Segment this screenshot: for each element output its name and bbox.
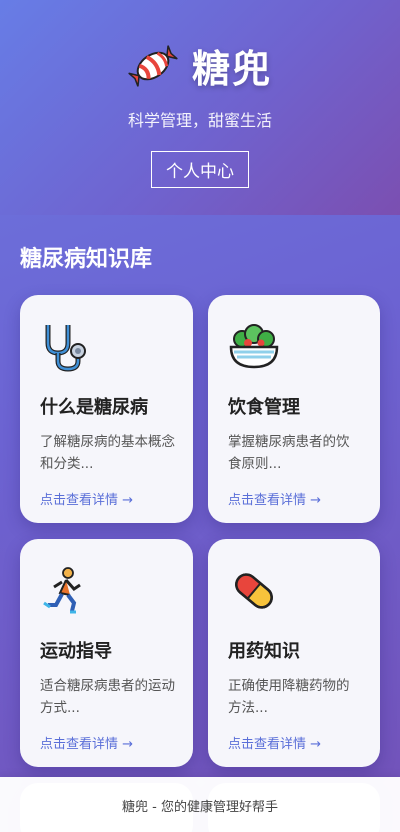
- section-title: 糖尿病知识库: [20, 247, 153, 272]
- card-title: 什么是糖尿病: [40, 397, 148, 418]
- card-title: 运动指导: [40, 641, 112, 662]
- card-detail-link[interactable]: 点击查看详情 →: [228, 733, 362, 752]
- card-detail-link[interactable]: 点击查看详情 →: [40, 489, 175, 508]
- app-title: 糖兜: [191, 47, 272, 91]
- pill-icon: [235, 573, 273, 609]
- card-medication-knowledge[interactable]: 用药知识 正确使用降糖药物的方法... 点击查看详情 →: [208, 539, 380, 767]
- brand: 糖兜: [0, 38, 400, 93]
- footer-text: 糖兜 - 您的健康管理好帮手: [122, 800, 278, 815]
- card-description: 掌握糖尿病患者的饮食原则...: [228, 434, 350, 472]
- stethoscope-icon: [45, 325, 86, 372]
- salad-icon: [229, 324, 279, 369]
- app-header: 糖兜 科学管理，甜蜜生活 个人中心: [0, 0, 400, 215]
- card-title: 用药知识: [228, 641, 300, 662]
- knowledge-section: 糖尿病知识库 什么是糖尿病 了解糖尿病的基本概念和分类... 点击查看详情 →: [0, 215, 400, 832]
- running-person-icon: [43, 567, 81, 614]
- card-what-is-diabetes[interactable]: 什么是糖尿病 了解糖尿病的基本概念和分类... 点击查看详情 →: [20, 295, 193, 523]
- card-description: 正确使用降糖药物的方法...: [228, 678, 350, 716]
- card-detail-link[interactable]: 点击查看详情 →: [40, 733, 175, 752]
- candy-icon: [128, 44, 178, 87]
- card-exercise-guidance[interactable]: 运动指导 适合糖尿病患者的运动方式... 点击查看详情 →: [20, 539, 193, 767]
- card-description: 适合糖尿病患者的运动方式...: [40, 678, 175, 716]
- profile-center-button[interactable]: 个人中心: [151, 151, 249, 188]
- knowledge-grid: 什么是糖尿病 了解糖尿病的基本概念和分类... 点击查看详情 → 饮食管理 掌握…: [20, 295, 380, 832]
- card-detail-link[interactable]: 点击查看详情 →: [228, 489, 362, 508]
- card-title: 饮食管理: [228, 397, 300, 418]
- slogan: 科学管理，甜蜜生活: [127, 111, 272, 130]
- footer: 糖兜 - 您的健康管理好帮手: [0, 777, 400, 832]
- card-description: 了解糖尿病的基本概念和分类...: [40, 434, 175, 472]
- card-diet-management[interactable]: 饮食管理 掌握糖尿病患者的饮食原则... 点击查看详情 →: [208, 295, 380, 523]
